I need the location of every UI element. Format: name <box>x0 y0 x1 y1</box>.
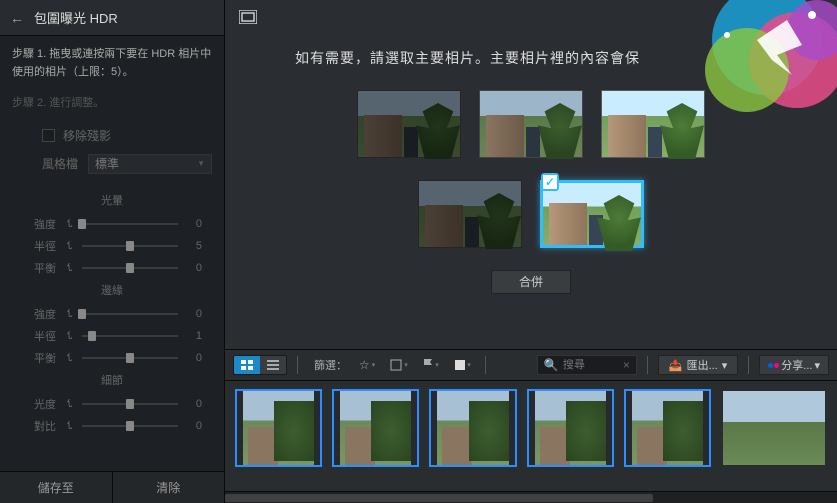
edge-radius-row: 半徑1 <box>22 328 202 344</box>
filter-tag-icon[interactable]: ▾ <box>387 355 411 375</box>
hdr-thumb[interactable] <box>601 90 705 158</box>
glow-radius-row: 半徑5 <box>22 238 202 254</box>
glow-intensity-row: 強度0 <box>22 216 202 232</box>
hdr-thumb-selected[interactable]: ✓ <box>540 180 644 248</box>
sidebar-header: ← 包圍曝光 HDR <box>0 0 224 36</box>
divider <box>748 356 749 374</box>
detail-contrast-slider[interactable] <box>82 425 178 427</box>
chevron-down-icon: ▾ <box>722 359 728 372</box>
export-icon: 📤 <box>669 359 683 372</box>
filter-flag-icon[interactable]: ▾ <box>419 355 443 375</box>
preset-row: 風格檔 標準 ▼ <box>42 154 212 174</box>
reset-icon[interactable] <box>64 219 74 229</box>
hdr-thumb[interactable] <box>357 90 461 158</box>
strip-thumb[interactable] <box>624 389 711 467</box>
back-arrow-icon[interactable]: ← <box>10 10 24 26</box>
divider <box>647 356 648 374</box>
hdr-source-row-1 <box>255 90 807 158</box>
filter-label: 篩選： <box>314 357 347 373</box>
clear-search-icon[interactable]: × <box>623 358 630 372</box>
browser-toolbar: 篩選： ☆▾ ▾ ▾ ▾ 🔍 × 📤 匯出... ▾ 分享... ▾ <box>225 349 837 381</box>
check-badge-icon: ✓ <box>541 173 559 191</box>
grid-view-icon[interactable] <box>234 356 260 374</box>
strip-thumb[interactable] <box>429 389 516 467</box>
reset-icon[interactable] <box>64 263 74 273</box>
divider <box>297 356 298 374</box>
search-icon: 🔍 <box>544 358 559 372</box>
hdr-source-row-2: ✓ <box>255 180 807 248</box>
view-mode-toggle <box>233 355 287 375</box>
step-2-text: 步驟 2. 進行調整。 <box>12 95 212 113</box>
detail-contrast-row: 對比0 <box>22 418 202 434</box>
edge-intensity-row: 強度0 <box>22 306 202 322</box>
preset-select[interactable]: 標準 ▼ <box>88 154 212 174</box>
strip-thumb[interactable] <box>721 389 827 467</box>
edge-balance-slider[interactable] <box>82 357 178 359</box>
divider <box>485 356 486 374</box>
step-1-text: 步驟 1. 拖曳或連按兩下要在 HDR 相片中使用的相片（上限：5）。 <box>12 46 212 81</box>
filter-star-icon[interactable]: ☆▾ <box>355 355 379 375</box>
chevron-down-icon: ▼ <box>197 159 205 168</box>
reset-icon[interactable] <box>64 399 74 409</box>
search-input[interactable] <box>563 359 619 371</box>
sidebar-body: 步驟 1. 拖曳或連按兩下要在 HDR 相片中使用的相片（上限：5）。 步驟 2… <box>0 36 224 471</box>
remove-ghost-row: 移除殘影 <box>42 127 212 144</box>
detail-brightness-row: 光度0 <box>22 396 202 412</box>
reset-icon[interactable] <box>64 309 74 319</box>
main-panel: 如有需要，請選取主要相片。主要相片裡的內容會保 ✓ 合併 篩選： ☆▾ ▾ ▾ … <box>225 0 837 503</box>
export-button[interactable]: 📤 匯出... ▾ <box>658 355 738 375</box>
instruction-text: 如有需要，請選取主要相片。主要相片裡的內容會保 <box>295 48 807 68</box>
strip-thumb[interactable] <box>332 389 419 467</box>
merge-button[interactable]: 合併 <box>491 270 571 294</box>
chevron-down-icon: ▾ <box>814 359 820 372</box>
group-detail-title: 細節 <box>12 372 212 388</box>
window-layout-icon[interactable] <box>239 10 257 27</box>
strip-thumb[interactable] <box>235 389 322 467</box>
share-button[interactable]: 分享... ▾ <box>759 355 829 375</box>
glow-intensity-slider[interactable] <box>82 223 178 225</box>
sidebar: ← 包圍曝光 HDR 步驟 1. 拖曳或連按兩下要在 HDR 相片中使用的相片（… <box>0 0 225 503</box>
reset-icon[interactable] <box>64 241 74 251</box>
edge-radius-slider[interactable] <box>82 335 178 337</box>
preset-value: 標準 <box>95 155 119 172</box>
glow-radius-slider[interactable] <box>82 245 178 247</box>
reset-icon[interactable] <box>64 421 74 431</box>
remove-ghost-label: 移除殘影 <box>63 127 111 144</box>
detail-brightness-slider[interactable] <box>82 403 178 405</box>
top-toolbar <box>225 0 837 36</box>
edge-balance-row: 平衡0 <box>22 350 202 366</box>
panel-title: 包圍曝光 HDR <box>34 8 118 27</box>
clear-button[interactable]: 清除 <box>113 472 225 503</box>
group-edge-title: 邊緣 <box>12 282 212 298</box>
list-view-icon[interactable] <box>260 356 286 374</box>
hdr-thumb[interactable] <box>418 180 522 248</box>
remove-ghost-checkbox[interactable] <box>42 129 55 142</box>
sidebar-footer: 儲存至 清除 <box>0 471 224 503</box>
horizontal-scrollbar[interactable] <box>225 491 837 503</box>
main-area: 如有需要，請選取主要相片。主要相片裡的內容會保 ✓ 合併 <box>225 36 837 349</box>
search-box[interactable]: 🔍 × <box>537 355 637 375</box>
reset-icon[interactable] <box>64 353 74 363</box>
thumbnail-strip <box>225 381 837 491</box>
edge-intensity-slider[interactable] <box>82 313 178 315</box>
group-glow-title: 光暈 <box>12 192 212 208</box>
glow-balance-slider[interactable] <box>82 267 178 269</box>
filter-color-icon[interactable]: ▾ <box>451 355 475 375</box>
preset-label: 風格檔 <box>42 155 78 172</box>
flickr-dots-icon <box>768 363 779 368</box>
hdr-thumb[interactable] <box>479 90 583 158</box>
scroll-thumb[interactable] <box>225 494 653 502</box>
save-button[interactable]: 儲存至 <box>0 472 113 503</box>
glow-balance-row: 平衡0 <box>22 260 202 276</box>
reset-icon[interactable] <box>64 331 74 341</box>
strip-thumb[interactable] <box>527 389 614 467</box>
